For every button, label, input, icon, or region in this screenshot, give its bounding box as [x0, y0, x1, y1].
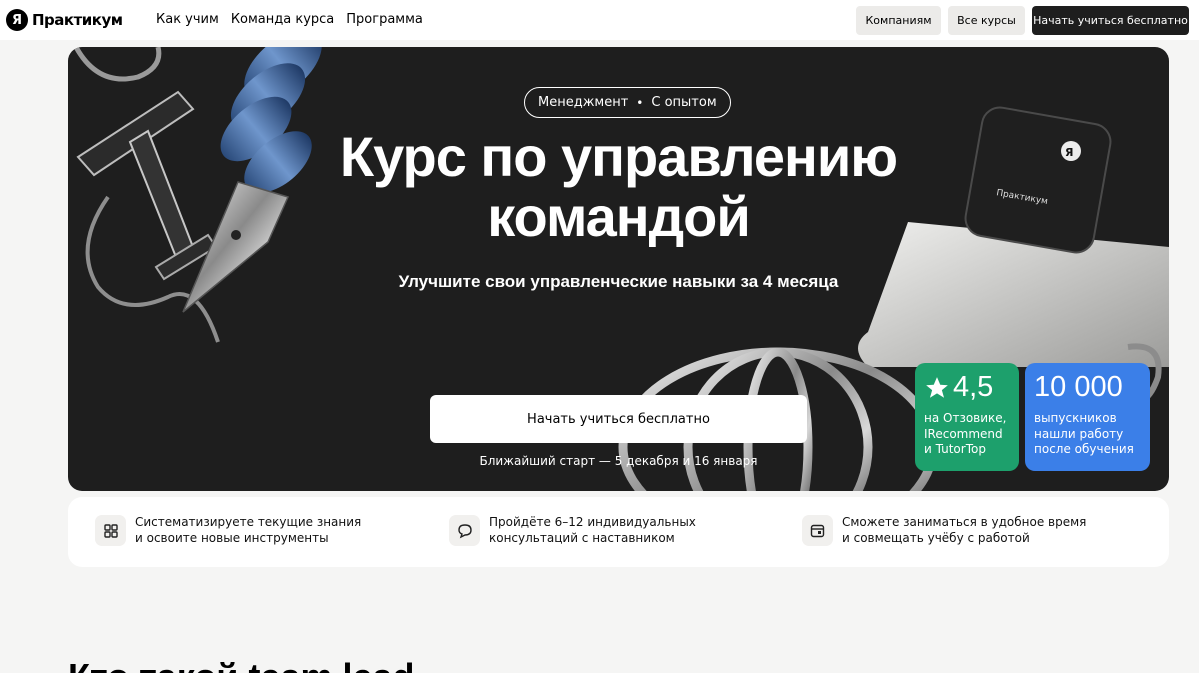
companies-button[interactable]: Компаниям — [856, 6, 941, 35]
all-courses-button[interactable]: Все курсы — [948, 6, 1025, 35]
grid-icon — [95, 515, 126, 547]
tag-management[interactable]: Менеджмент — [538, 95, 628, 110]
hero-subtitle: Улучшите свои управленческие навыки за 4… — [398, 272, 839, 291]
logo-mark-icon: Я — [6, 9, 28, 31]
page-title: Курс по управлению командой — [68, 125, 1169, 249]
graduates-badge: 10 000 выпускников нашли работу после об… — [1025, 363, 1150, 471]
hero-banner: Я Практикум Менеджмент • С опытом Курс п… — [68, 47, 1169, 491]
main-nav: Как учим Команда курса Программа — [156, 12, 423, 27]
feature-text: Систематизируете текущие знания и освоит… — [135, 515, 362, 545]
rating-value: 4,5 — [953, 371, 994, 403]
tag-experienced[interactable]: С опытом — [651, 95, 716, 110]
nav-link-how-we-teach[interactable]: Как учим — [156, 12, 219, 27]
nav-link-course-team[interactable]: Команда курса — [231, 12, 334, 27]
tag-separator: • — [636, 95, 644, 110]
feature-item-systematize: Систематизируете текущие знания и освоит… — [95, 515, 361, 547]
start-free-header-button[interactable]: Начать учиться бесплатно — [1032, 6, 1189, 35]
features-bar: Систематизируете текущие знания и освоит… — [68, 497, 1169, 567]
feature-text: Пройдёте 6–12 индивидуальных консультаци… — [489, 515, 696, 545]
title-line-2: командой — [487, 185, 751, 249]
star-icon — [926, 376, 948, 398]
feature-item-flexible-time: Сможете заниматься в удобное время и сов… — [802, 515, 1086, 547]
section-heading: Кто такой team lead — [68, 656, 415, 673]
top-header: Я Практикум Как учим Команда курса Прогр… — [0, 0, 1199, 40]
rating-sources-text: на Отзовике, IRecommend и TutorTop — [924, 411, 1007, 457]
graduates-count: 10 000 — [1034, 371, 1123, 403]
feature-item-consultations: Пройдёте 6–12 индивидуальных консультаци… — [449, 515, 696, 547]
feature-text: Сможете заниматься в удобное время и сов… — [842, 515, 1087, 545]
graduates-text: выпускников нашли работу после обучения — [1034, 411, 1134, 457]
chat-icon — [449, 515, 480, 547]
glass-ring-decoration — [73, 47, 162, 82]
logo-text: Практикум — [32, 11, 123, 29]
calendar-icon — [802, 515, 833, 547]
logo[interactable]: Я Практикум — [6, 9, 123, 31]
rating-badge: 4,5 на Отзовике, IRecommend и TutorTop — [915, 363, 1019, 471]
nav-link-program[interactable]: Программа — [346, 12, 423, 27]
nearest-start-text: Ближайший старт — 5 декабря и 16 января — [479, 454, 758, 468]
title-line-1: Курс по управлению — [339, 125, 898, 188]
start-free-hero-button[interactable]: Начать учиться бесплатно — [430, 395, 807, 443]
course-tags: Менеджмент • С опытом — [524, 87, 731, 118]
